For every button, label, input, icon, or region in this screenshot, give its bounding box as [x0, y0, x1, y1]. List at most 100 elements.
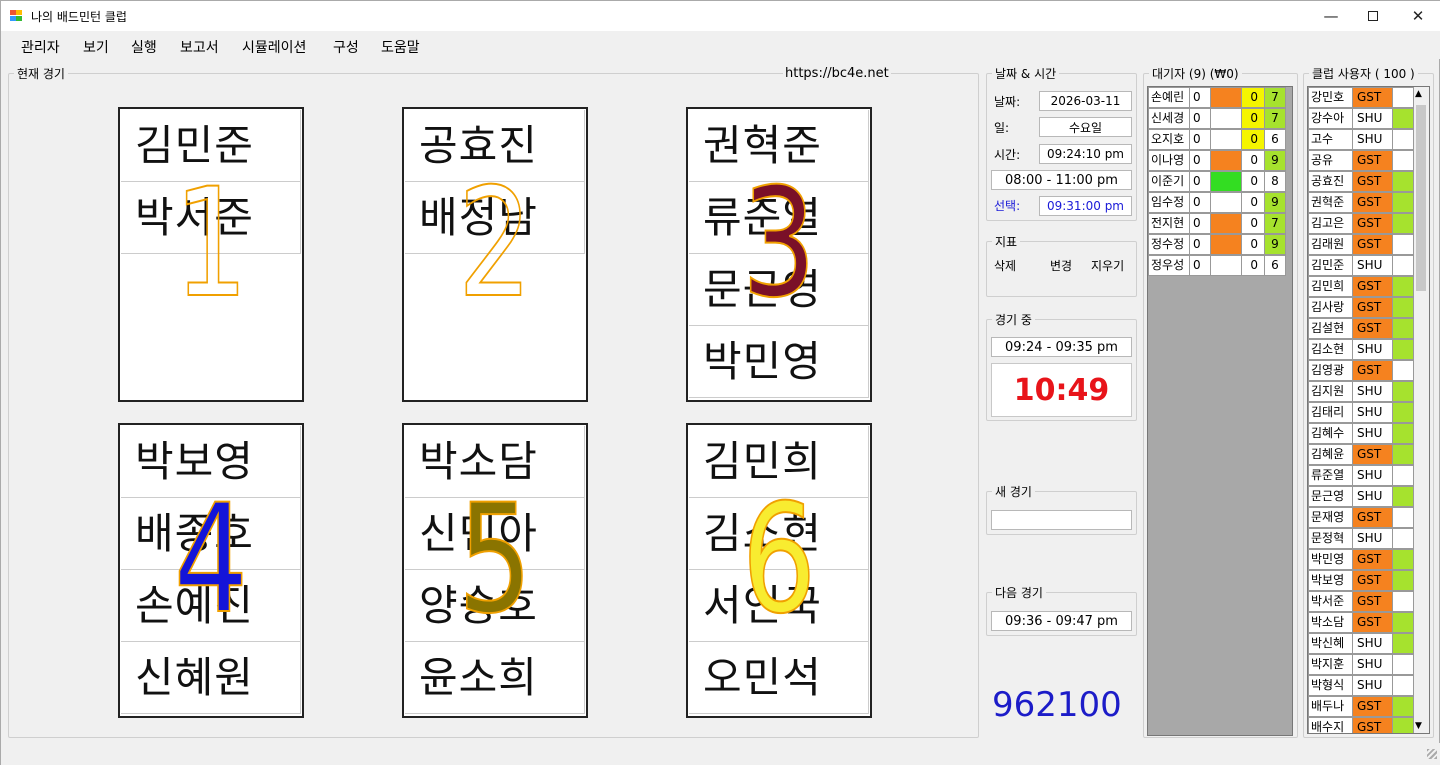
court-number: 6 — [741, 473, 817, 647]
delete-button[interactable]: 삭제 — [994, 257, 1016, 274]
change-button[interactable]: 변경 — [1050, 257, 1072, 274]
club-user-row[interactable]: 김태리 SHU — [1308, 402, 1414, 423]
waiting-row[interactable]: 정우성 0 0 6 — [1148, 255, 1294, 276]
club-user-row[interactable]: 박보영 GST — [1308, 570, 1414, 591]
club-user-row[interactable]: 공효진 GST — [1308, 171, 1414, 192]
waiting-table[interactable]: 손예린 0 0 7 신세경 0 0 7 오지호 0 0 6 이나영 0 0 9 이준기 0 0 8 임수정 0 0 9 전지현 0… — [1147, 86, 1293, 736]
club-user-flag — [1392, 297, 1414, 318]
club-user-row[interactable]: 문정혁 SHU — [1308, 528, 1414, 549]
menu-admin[interactable]: 관리자 — [21, 37, 60, 57]
club-user-row[interactable]: 김사랑 GST — [1308, 297, 1414, 318]
court-5[interactable]: 5 박소담 신민아 양승호 윤소희 — [402, 423, 588, 718]
app-icon — [10, 10, 23, 22]
next-game-range: 09:36 - 09:47 pm — [991, 611, 1132, 631]
club-user-type: SHU — [1352, 654, 1393, 675]
waiting-row[interactable]: 이준기 0 0 8 — [1148, 171, 1294, 192]
menu-run[interactable]: 실행 — [131, 37, 157, 57]
club-user-flag — [1392, 381, 1414, 402]
club-user-row[interactable]: 배두나 GST — [1308, 696, 1414, 717]
waiting-status — [1210, 87, 1242, 108]
menu-simulation[interactable]: 시뮬레이션 — [242, 37, 306, 57]
maximize-button[interactable] — [1350, 1, 1396, 31]
club-user-type: SHU — [1352, 402, 1393, 423]
club-user-name: 김지원 — [1308, 381, 1353, 402]
select-time-field[interactable]: 09:31:00 pm — [1039, 196, 1132, 216]
waiting-games: 0 — [1241, 150, 1265, 171]
waiting-rounds: 8 — [1264, 171, 1286, 192]
club-user-type: SHU — [1352, 528, 1393, 549]
website-link[interactable]: https://bc4e.net — [783, 66, 891, 81]
club-user-row[interactable]: 박서준 GST — [1308, 591, 1414, 612]
club-user-row[interactable]: 배수지 GST — [1308, 717, 1414, 733]
court-1[interactable]: 1 김민준 박서준 — [118, 107, 304, 402]
court-player[interactable]: 신혜원 — [121, 642, 301, 714]
scroll-thumb[interactable] — [1416, 105, 1426, 291]
club-user-row[interactable]: 강수아 SHU — [1308, 108, 1414, 129]
waiting-row[interactable]: 임수정 0 0 9 — [1148, 192, 1294, 213]
title-bar: 나의 배드민턴 클럽 — ✕ — [1, 1, 1440, 31]
club-user-type: GST — [1352, 717, 1393, 733]
court-4[interactable]: 4 박보영 배종호 손예진 신혜원 — [118, 423, 304, 718]
club-user-row[interactable]: 박소담 GST — [1308, 612, 1414, 633]
club-user-row[interactable]: 김영광 GST — [1308, 360, 1414, 381]
club-user-flag — [1392, 171, 1414, 192]
club-user-row[interactable]: 고수 SHU — [1308, 129, 1414, 150]
new-game-field[interactable] — [991, 510, 1132, 530]
club-user-row[interactable]: 김고은 GST — [1308, 213, 1414, 234]
club-users-scrollbar[interactable]: ▲ ▼ — [1412, 87, 1429, 733]
court-3[interactable]: 3 권혁준 류준열 문근영 박민영 — [686, 107, 872, 402]
club-user-name: 김민준 — [1308, 255, 1353, 276]
club-user-row[interactable]: 문근영 SHU — [1308, 486, 1414, 507]
club-user-row[interactable]: 권혁준 GST — [1308, 192, 1414, 213]
scroll-up-icon[interactable]: ▲ — [1415, 89, 1422, 99]
club-user-row[interactable]: 김래원 GST — [1308, 234, 1414, 255]
club-user-row[interactable]: 강민호 GST — [1308, 87, 1414, 108]
court-player[interactable]: 박민영 — [689, 326, 869, 398]
club-user-row[interactable]: 김민준 SHU — [1308, 255, 1414, 276]
club-user-row[interactable]: 박지훈 SHU — [1308, 654, 1414, 675]
close-button[interactable]: ✕ — [1395, 1, 1440, 31]
court-2[interactable]: 2 공효진 배정남 — [402, 107, 588, 402]
court-number: 1 — [173, 157, 249, 331]
waiting-row[interactable]: 정수정 0 0 9 — [1148, 234, 1294, 255]
club-users-table[interactable]: ▲ ▼ 강민호 GST 강수아 SHU 고수 SHU 공유 GST 공효진 GST 권혁준 GST 김고… — [1307, 86, 1430, 734]
club-user-row[interactable]: 김혜윤 GST — [1308, 444, 1414, 465]
club-user-row[interactable]: 김혜수 SHU — [1308, 423, 1414, 444]
club-user-row[interactable]: 류준열 SHU — [1308, 465, 1414, 486]
resize-grip-icon[interactable] — [1427, 749, 1437, 759]
club-user-row[interactable]: 김지원 SHU — [1308, 381, 1414, 402]
counter-display: 962100 — [992, 685, 1122, 725]
club-user-row[interactable]: 김소현 SHU — [1308, 339, 1414, 360]
clear-button[interactable]: 지우기 — [1091, 257, 1124, 274]
waiting-count: 0 — [1189, 192, 1211, 213]
waiting-row[interactable]: 오지호 0 0 6 — [1148, 129, 1294, 150]
menu-report[interactable]: 보고서 — [180, 37, 219, 57]
court-player[interactable]: 오민석 — [689, 642, 869, 714]
court-6[interactable]: 6 김민희 김소현 서인국 오민석 — [686, 423, 872, 718]
club-user-row[interactable]: 박신혜 SHU — [1308, 633, 1414, 654]
waiting-row[interactable]: 신세경 0 0 7 — [1148, 108, 1294, 129]
scroll-down-icon[interactable]: ▼ — [1415, 721, 1422, 731]
waiting-rounds: 6 — [1264, 129, 1286, 150]
club-user-flag — [1392, 570, 1414, 591]
club-user-row[interactable]: 김설현 GST — [1308, 318, 1414, 339]
waiting-row[interactable]: 전지현 0 0 7 — [1148, 213, 1294, 234]
club-user-row[interactable]: 공유 GST — [1308, 150, 1414, 171]
court-player[interactable]: 윤소희 — [405, 642, 585, 714]
waiting-count: 0 — [1189, 87, 1211, 108]
menu-help[interactable]: 도움말 — [381, 37, 420, 57]
waiting-row[interactable]: 손예린 0 0 7 — [1148, 87, 1294, 108]
waiting-row[interactable]: 이나영 0 0 9 — [1148, 150, 1294, 171]
club-user-flag — [1392, 318, 1414, 339]
club-user-row[interactable]: 박형식 SHU — [1308, 675, 1414, 696]
club-user-flag — [1392, 339, 1414, 360]
club-user-row[interactable]: 박민영 GST — [1308, 549, 1414, 570]
club-user-row[interactable]: 문재영 GST — [1308, 507, 1414, 528]
menu-config[interactable]: 구성 — [333, 37, 359, 57]
menu-bar: 관리자 보기 실행 보고서 시뮬레이션 구성 도움말 — [1, 31, 1440, 59]
minimize-button[interactable]: — — [1308, 1, 1354, 31]
menu-view[interactable]: 보기 — [83, 37, 109, 57]
club-user-row[interactable]: 김민희 GST — [1308, 276, 1414, 297]
waiting-games: 0 — [1241, 192, 1265, 213]
waiting-games: 0 — [1241, 213, 1265, 234]
